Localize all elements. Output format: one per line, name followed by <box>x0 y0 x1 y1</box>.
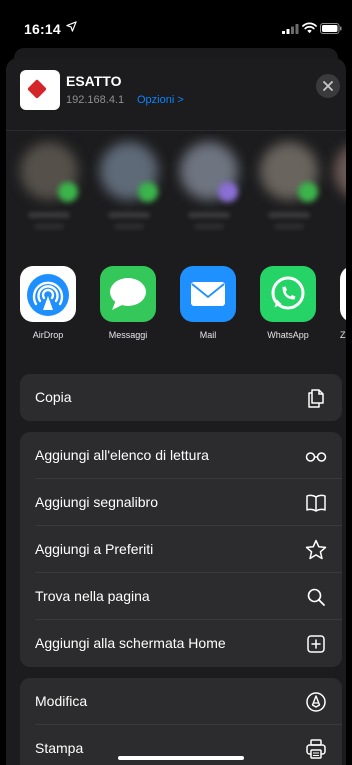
airdrop-person[interactable] <box>98 142 160 238</box>
action-label: Aggiungi alla schermata Home <box>35 635 226 651</box>
person-device <box>194 224 224 229</box>
avatar <box>334 142 346 200</box>
person-device <box>274 224 304 229</box>
battery-icon <box>320 23 342 34</box>
app-icon <box>340 266 346 322</box>
wifi-icon <box>302 22 317 34</box>
app-row: AirDrop Messaggi Mail WhatsApp Z <box>6 264 346 344</box>
glasses-icon <box>305 452 327 462</box>
person-name <box>28 212 70 218</box>
printer-icon <box>306 739 326 759</box>
markup-icon <box>306 692 326 712</box>
action-add-bookmark[interactable]: Aggiungi segnalibro <box>20 479 342 526</box>
action-markup[interactable]: Modifica <box>20 678 342 725</box>
action-label: Copia <box>35 389 72 405</box>
airdrop-icon <box>20 266 76 322</box>
action-label: Aggiungi segnalibro <box>35 494 158 510</box>
airdrop-people-row <box>6 134 346 242</box>
action-label: Aggiungi a Preferiti <box>35 541 154 557</box>
person-name <box>268 212 310 218</box>
app-more[interactable]: Z <box>330 264 346 344</box>
site-logo <box>27 79 47 99</box>
action-label: Modifica <box>35 693 88 709</box>
close-button[interactable] <box>316 74 340 98</box>
action-add-to-home[interactable]: Aggiungi alla schermata Home <box>20 620 342 667</box>
action-label: Aggiungi all'elenco di lettura <box>35 447 209 463</box>
star-icon <box>305 539 327 560</box>
cellular-signal-icon <box>282 24 299 34</box>
location-arrow-icon <box>66 21 77 32</box>
app-airdrop[interactable]: AirDrop <box>10 264 86 344</box>
separator <box>6 130 346 131</box>
action-add-favorites[interactable]: Aggiungi a Preferiti <box>20 526 342 573</box>
airdrop-badge-icon <box>218 182 238 202</box>
airdrop-badge-icon <box>138 182 158 202</box>
action-find-on-page[interactable]: Trova nella pagina <box>20 573 342 620</box>
person-device <box>114 224 144 229</box>
site-title: ESATTO <box>66 73 122 89</box>
action-group-more: Modifica Stampa <box>20 678 342 765</box>
airdrop-person[interactable] <box>18 142 80 238</box>
copy-icon <box>308 389 324 408</box>
mail-icon <box>180 266 236 322</box>
action-label: Trova nella pagina <box>35 588 150 604</box>
airdrop-badge-icon <box>58 182 78 202</box>
action-group-copy: Copia <box>20 374 342 421</box>
app-label: WhatsApp <box>267 330 309 340</box>
options-link[interactable]: Opzioni > <box>137 94 184 106</box>
action-label: Stampa <box>35 740 84 756</box>
search-icon <box>307 588 325 606</box>
status-time: 16:14 <box>24 21 61 37</box>
home-indicator[interactable] <box>118 756 244 760</box>
add-square-icon <box>307 635 325 653</box>
person-device <box>34 224 64 229</box>
app-mail[interactable]: Mail <box>170 264 246 344</box>
app-label: Mail <box>199 330 217 340</box>
app-whatsapp[interactable]: WhatsApp <box>250 264 326 344</box>
book-icon <box>306 494 326 512</box>
person-name <box>188 212 230 218</box>
airdrop-person[interactable] <box>332 142 346 238</box>
app-label: Messaggi <box>108 330 148 340</box>
site-host: 192.168.4.1 <box>66 94 125 106</box>
whatsapp-icon <box>260 266 316 322</box>
share-sheet: ESATTO 192.168.4.1 Opzioni > AirDrop Mes… <box>6 58 346 765</box>
close-icon <box>323 81 333 91</box>
share-header: ESATTO 192.168.4.1 Opzioni > <box>6 58 346 130</box>
app-label: AirDrop <box>32 330 64 340</box>
app-label: Z <box>340 330 346 340</box>
site-thumbnail <box>20 70 60 110</box>
action-reading-list[interactable]: Aggiungi all'elenco di lettura <box>20 432 342 479</box>
airdrop-person[interactable] <box>178 142 240 238</box>
airdrop-badge-icon <box>298 182 318 202</box>
status-bar: 16:14 <box>0 0 352 48</box>
messages-icon <box>100 266 156 322</box>
app-messages[interactable]: Messaggi <box>90 264 166 344</box>
airdrop-person[interactable] <box>258 142 320 238</box>
action-group-browser: Aggiungi all'elenco di lettura Aggiungi … <box>20 432 342 667</box>
action-copy[interactable]: Copia <box>20 374 342 421</box>
person-name <box>108 212 150 218</box>
